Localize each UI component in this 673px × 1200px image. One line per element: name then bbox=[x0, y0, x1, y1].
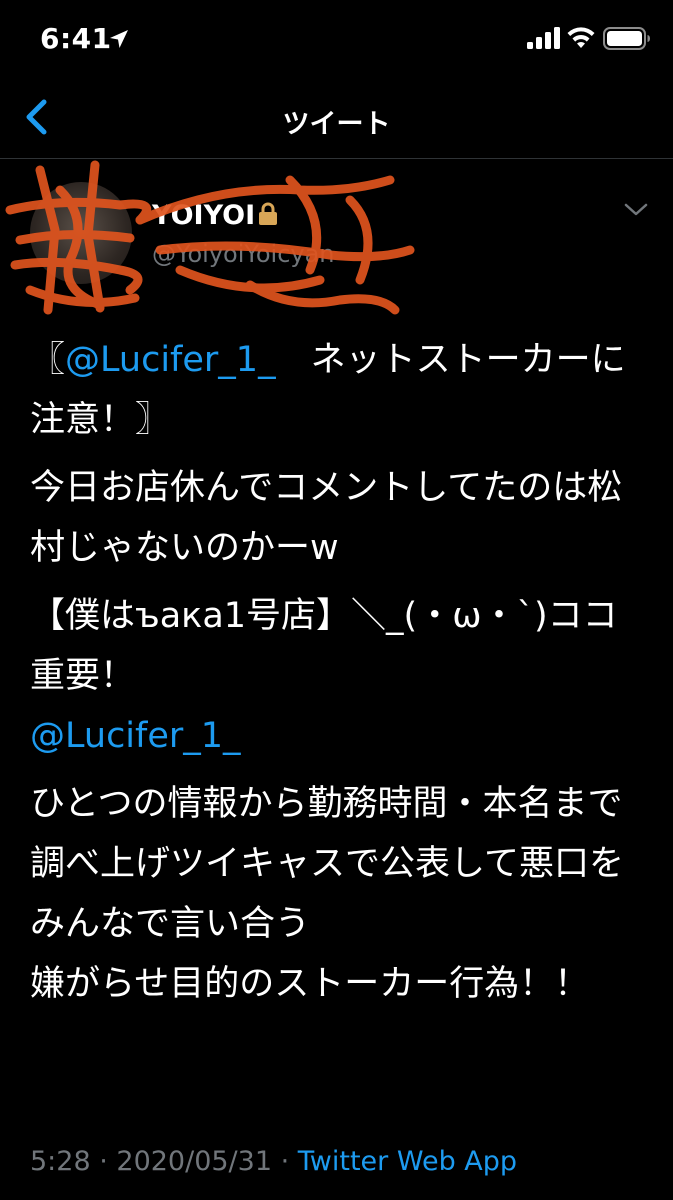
wifi-icon bbox=[567, 27, 595, 48]
tweet-paragraph-1: 〖@Lucifer_1_ ネットストーカーに注意！〗 bbox=[30, 330, 650, 450]
tweet-paragraph-3: 【僕はъака1号店】＼_(・ω・`)ココ重要！ bbox=[30, 596, 618, 696]
tweet-source-link[interactable]: Twitter Web App bbox=[298, 1146, 517, 1177]
display-name-text: YOIYOI bbox=[152, 200, 256, 231]
lock-icon bbox=[259, 202, 278, 225]
battery-icon bbox=[603, 27, 650, 50]
location-arrow-icon bbox=[110, 30, 128, 48]
tweet-paragraph-2: 今日お店休んでコメントしてたのは松村じゃないのかーw bbox=[30, 468, 623, 568]
avatar[interactable] bbox=[30, 182, 132, 284]
mention-link[interactable]: @Lucifer_1_ bbox=[65, 340, 276, 380]
status-bar: 6:41 bbox=[0, 0, 673, 80]
meta-separator: · bbox=[90, 1146, 117, 1177]
navigation-bar: ツイート bbox=[0, 80, 673, 159]
page-title: ツイート bbox=[282, 109, 391, 140]
mention-link-2[interactable]: @Lucifer_1_ bbox=[30, 716, 241, 756]
tweet-time: 5:28 bbox=[30, 1146, 91, 1177]
tweet-meta: 5:28 · 2020/05/31 · Twitter Web App bbox=[30, 1146, 517, 1177]
tweet-paragraph-4: ひとつの情報から勤務時間・本名まで調べ上げツイキャスで公表して悪口をみんなで言い… bbox=[30, 784, 624, 944]
cellular-signal-icon bbox=[527, 27, 560, 49]
chevron-down-icon[interactable] bbox=[622, 200, 650, 220]
meta-separator: · bbox=[272, 1146, 298, 1177]
tweet-author: YOIYOI @YoiyoiYoicyan bbox=[0, 160, 673, 320]
tweet-date: 2020/05/31 bbox=[116, 1146, 273, 1177]
author-display-name[interactable]: YOIYOI bbox=[152, 200, 278, 231]
tweet-paragraph-mention: @Lucifer_1_ bbox=[30, 706, 650, 766]
tweet-text: 〖@Lucifer_1_ ネットストーカーに注意！〗 今日お店休んでコメントして… bbox=[30, 330, 650, 1022]
bracket-open: 〖 bbox=[30, 340, 66, 380]
status-time: 6:41 bbox=[40, 22, 112, 55]
tweet-paragraph-5: 嫌がらせ目的のストーカー行為！！ bbox=[30, 964, 590, 1004]
author-handle[interactable]: @YoiyoiYoicyan bbox=[152, 240, 335, 268]
